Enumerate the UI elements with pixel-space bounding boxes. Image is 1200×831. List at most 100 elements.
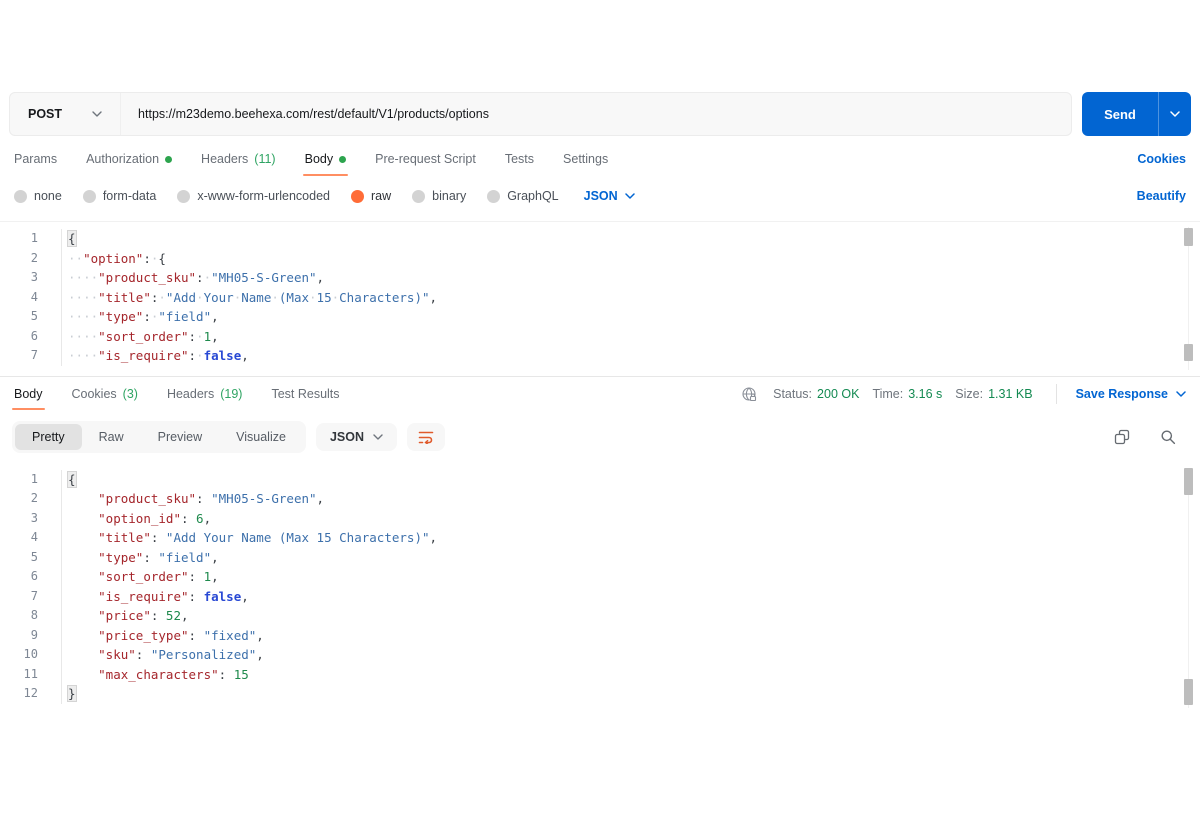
body-type-binary[interactable]: binary <box>412 189 466 203</box>
code-line: 6 "sort_order": 1, <box>0 567 1200 587</box>
code-line: 2 ··"option":·{ <box>0 248 1200 268</box>
tab-label: Body <box>14 387 43 401</box>
code-content: "product_sku": "MH05-S-Green", <box>61 489 1200 509</box>
request-body-editor[interactable]: 1{2 ··"option":·{3 ····"product_sku":·"MH0… <box>0 221 1200 375</box>
tab-settings[interactable]: Settings <box>563 140 608 178</box>
view-mode-pretty[interactable]: Pretty <box>15 423 82 450</box>
code-content: "price": 52, <box>61 606 1200 626</box>
line-number: 1 <box>30 231 38 245</box>
tab-params[interactable]: Params <box>14 140 57 178</box>
method-select[interactable]: POST <box>10 93 122 135</box>
response-tab-body[interactable]: Body <box>12 377 44 412</box>
network-globe-lock-icon[interactable] <box>741 386 758 403</box>
response-tab-test-results[interactable]: Test Results <box>271 377 339 412</box>
request-url-row: POST https://m23demo.beehexa.com/rest/de… <box>9 92 1191 136</box>
size-value: 1.31 KB <box>988 387 1033 401</box>
tab-authorization[interactable]: Authorization <box>86 140 173 178</box>
request-language-select[interactable]: JSON <box>584 189 635 203</box>
body-type-label: none <box>34 189 62 203</box>
code-content: ····"sort_order":·1, <box>61 326 1200 346</box>
save-response-button[interactable]: Save Response <box>1076 387 1186 401</box>
code-line: 3 "option_id": 6, <box>0 508 1200 528</box>
vertical-divider <box>1055 384 1057 404</box>
body-type-form-data[interactable]: form-data <box>82 189 156 203</box>
chevron-down-icon <box>373 433 383 440</box>
time-value: 3.16 s <box>908 387 943 401</box>
response-meta: Status: 200 OK Time: 3.16 s Size: 1.31 K… <box>741 377 1186 412</box>
line-number: 10 <box>23 647 38 661</box>
size-metric[interactable]: Size: 1.31 KB <box>955 387 1032 401</box>
tab-label: Params <box>14 152 58 166</box>
scrollbar-marker <box>1184 344 1193 361</box>
code-content: ····"title":·"Add·Your·Name·(Max·15·Char… <box>61 287 1200 307</box>
tab-count: (19) <box>220 387 243 401</box>
copy-icon[interactable] <box>1114 429 1130 445</box>
line-number: 9 <box>30 627 38 642</box>
response-tabs-row: Body Cookies (3) Headers (19) Test Resul… <box>12 377 1186 412</box>
code-content: ····"is_require":·false, <box>61 346 1200 366</box>
tab-label: Pre-request Script <box>375 152 476 166</box>
line-number: 5 <box>30 309 38 323</box>
method-label: POST <box>28 107 63 121</box>
code-content: "option_id": 6, <box>61 508 1200 528</box>
radio-selected-icon <box>351 189 364 203</box>
code-line: 1{ <box>0 469 1200 489</box>
line-number: 4 <box>30 289 38 304</box>
view-mode-preview[interactable]: Preview <box>141 424 219 450</box>
response-tab-cookies[interactable]: Cookies (3) <box>72 377 138 412</box>
line-number: 11 <box>23 666 38 681</box>
chevron-down-icon <box>1170 111 1180 117</box>
code-content: "max_characters": 15 <box>61 664 1200 684</box>
tab-headers[interactable]: Headers (11) <box>201 140 276 178</box>
tab-count: (11) <box>254 152 276 166</box>
tab-label: Body <box>304 152 334 166</box>
search-icon[interactable] <box>1160 429 1176 445</box>
time-metric[interactable]: Time: 3.16 s <box>872 387 942 401</box>
beautify-link[interactable]: Beautify <box>1137 189 1186 203</box>
tab-label: Cookies <box>71 387 117 401</box>
time-label: Time: <box>872 387 904 401</box>
scrollbar-thumb[interactable] <box>1184 228 1193 246</box>
body-type-x-www-form-urlencoded[interactable]: x-www-form-urlencoded <box>177 189 330 203</box>
radio-icon <box>412 189 426 203</box>
body-type-graphql[interactable]: GraphQL <box>487 189 559 203</box>
tab-label: Settings <box>563 152 609 166</box>
body-type-raw[interactable]: raw <box>351 189 391 203</box>
body-type-label: raw <box>371 189 392 203</box>
tab-label: Authorization <box>86 152 160 166</box>
tab-tests[interactable]: Tests <box>505 140 534 178</box>
response-view-toolbar: Pretty Raw Preview Visualize JSON <box>12 419 1188 455</box>
code-line: 4 ····"title":·"Add·Your·Name·(Max·15·Cha… <box>0 287 1200 307</box>
response-language-select[interactable]: JSON <box>315 422 397 451</box>
view-mode-visualize[interactable]: Visualize <box>219 424 303 450</box>
cookies-link[interactable]: Cookies <box>1137 140 1186 178</box>
status-metric[interactable]: Status: 200 OK <box>773 387 859 401</box>
send-button[interactable]: Send <box>1082 92 1191 136</box>
body-type-bar: none form-data x-www-form-urlencoded raw… <box>14 180 1186 212</box>
view-mode-raw[interactable]: Raw <box>82 424 141 450</box>
code-content: ····"type":·"field", <box>61 307 1200 327</box>
tab-pre-request-script[interactable]: Pre-request Script <box>375 140 476 178</box>
chevron-down-icon <box>92 111 102 117</box>
body-type-none[interactable]: none <box>14 189 62 203</box>
body-type-label: x-www-form-urlencoded <box>197 189 330 203</box>
chevron-down-icon <box>624 193 635 199</box>
green-dot-icon <box>165 155 173 163</box>
code-content: "sku": "Personalized", <box>61 645 1200 665</box>
response-tab-headers[interactable]: Headers (19) <box>167 377 242 412</box>
wrap-lines-button[interactable] <box>407 422 445 451</box>
send-options-caret[interactable] <box>1158 92 1191 136</box>
code-line: 5 "type": "field", <box>0 547 1200 567</box>
scrollbar-thumb[interactable] <box>1184 467 1193 495</box>
line-number: 2 <box>30 250 38 265</box>
body-type-label: GraphQL <box>507 189 559 203</box>
code-line: 11 "max_characters": 15 <box>0 664 1200 684</box>
url-input[interactable]: https://m23demo.beehexa.com/rest/default… <box>121 107 489 121</box>
line-number: 3 <box>30 510 38 525</box>
tab-body[interactable]: Body <box>302 140 348 178</box>
code-content: "sort_order": 1, <box>61 567 1200 587</box>
code-content: { <box>61 229 1200 249</box>
code-content: "type": "field", <box>61 547 1200 567</box>
response-body-viewer[interactable]: 1{2 "product_sku": "MH05-S-Green", 3 "opt… <box>0 463 1200 713</box>
code-content: } <box>61 684 1200 704</box>
